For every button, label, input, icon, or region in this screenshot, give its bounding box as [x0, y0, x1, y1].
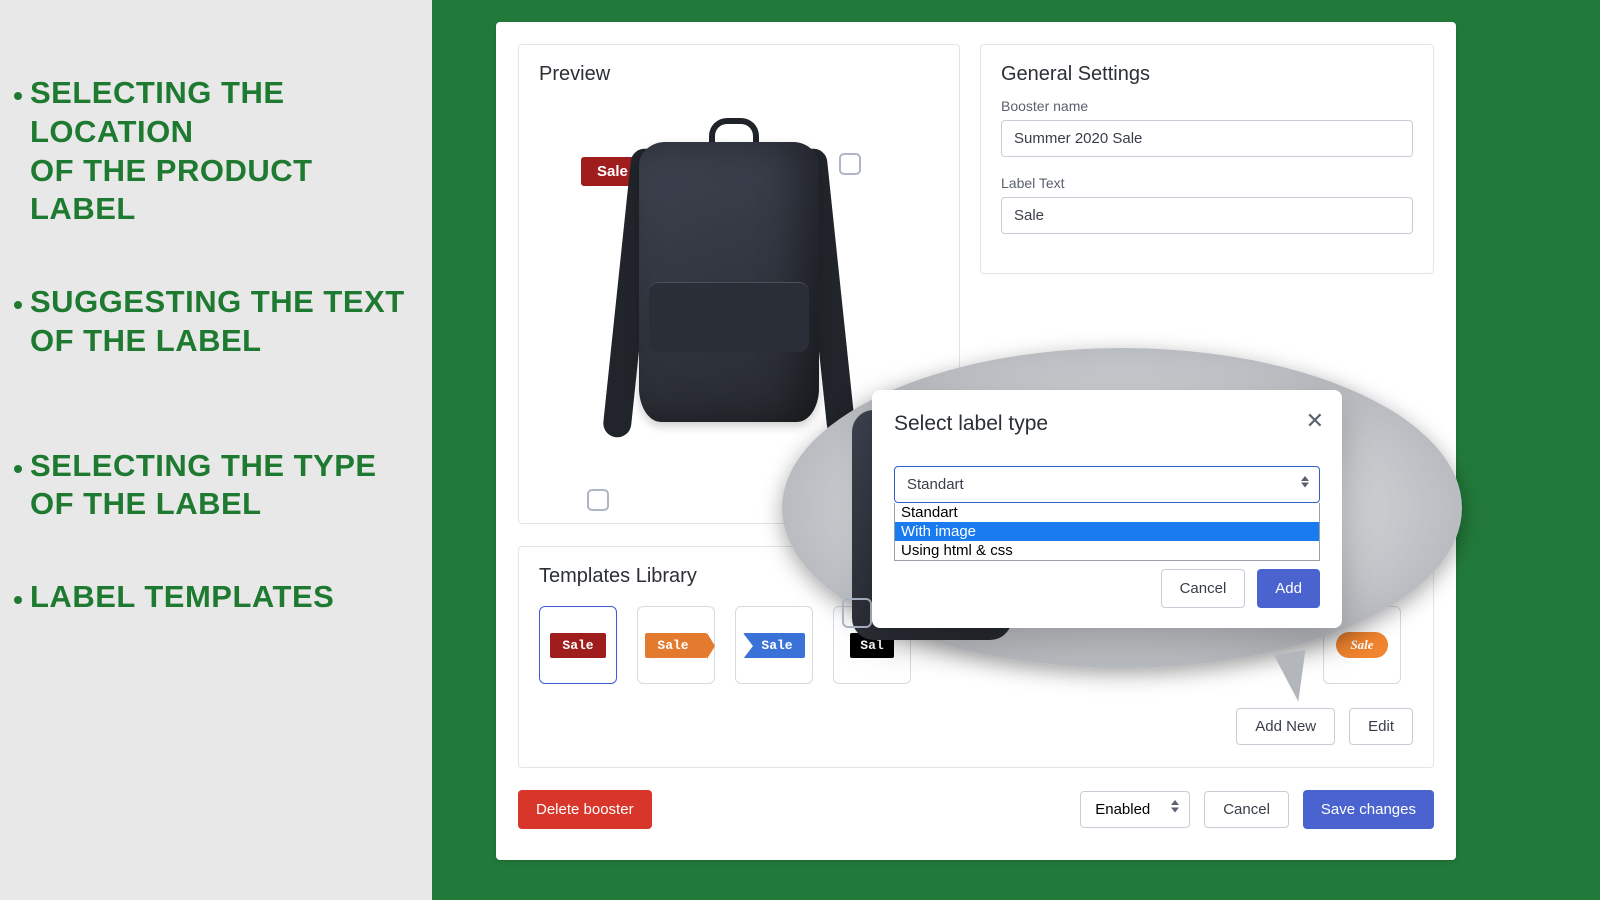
marketing-rail: SELECTING THE LOCATION OF THE PRODUCT LA…	[0, 0, 432, 900]
rail-line: LABEL TEMPLATES	[30, 578, 334, 617]
booster-name-label: Booster name	[1001, 98, 1413, 114]
general-settings-panel: General Settings Booster name Label Text	[980, 44, 1434, 274]
app-stage: Preview Sale General Settings Booster na…	[432, 0, 1600, 900]
bullet-icon	[14, 92, 22, 100]
modal-cancel-button[interactable]: Cancel	[1161, 569, 1246, 608]
add-new-button[interactable]: Add New	[1236, 708, 1335, 745]
product-image	[609, 112, 869, 442]
label-type-dropdown: Standart With image Using html & css	[894, 503, 1320, 561]
status-select-value: Enabled	[1095, 801, 1150, 818]
dropdown-option-html-css[interactable]: Using html & css	[895, 541, 1319, 560]
rail-line: SELECTING THE LOCATION	[30, 74, 418, 152]
edit-button[interactable]: Edit	[1349, 708, 1413, 745]
template-item[interactable]: Sale	[735, 606, 813, 684]
rail-line: OF THE LABEL	[30, 322, 405, 361]
rail-line: SUGGESTING THE TEXT	[30, 283, 405, 322]
label-text-input[interactable]	[1001, 197, 1413, 234]
delete-booster-button[interactable]: Delete booster	[518, 790, 652, 829]
cancel-button[interactable]: Cancel	[1204, 791, 1289, 828]
template-badge: Sale	[645, 633, 706, 658]
label-type-select-value: Standart	[907, 476, 964, 493]
zoom-position-slot[interactable]	[842, 598, 872, 628]
preview-title: Preview	[539, 63, 939, 86]
save-changes-button[interactable]: Save changes	[1303, 790, 1434, 829]
rail-line: OF THE LABEL	[30, 485, 377, 524]
editor-footer: Delete booster Enabled Cancel Save chang…	[496, 768, 1456, 851]
modal-add-button[interactable]: Add	[1257, 569, 1320, 608]
template-item[interactable]: Sale	[539, 606, 617, 684]
bullet-icon	[14, 465, 22, 473]
modal-title: Select label type	[894, 412, 1320, 436]
select-label-type-modal: Select label type ✕ Standart Standart Wi…	[872, 390, 1342, 628]
close-icon[interactable]: ✕	[1306, 408, 1324, 434]
template-badge: Sale	[1336, 632, 1387, 658]
dropdown-option-with-image[interactable]: With image	[895, 522, 1319, 541]
label-type-select[interactable]: Standart	[894, 466, 1320, 503]
template-badge: Sale	[743, 633, 804, 658]
settings-title: General Settings	[1001, 63, 1413, 86]
bullet-icon	[14, 301, 22, 309]
rail-line: SELECTING THE TYPE	[30, 447, 377, 486]
dropdown-option-standart[interactable]: Standart	[895, 503, 1319, 522]
bullet-icon	[14, 596, 22, 604]
booster-name-input[interactable]	[1001, 120, 1413, 157]
template-item[interactable]: Sale	[637, 606, 715, 684]
template-badge: Sale	[550, 633, 605, 658]
zoom-callout: Select label type ✕ Standart Standart Wi…	[782, 348, 1462, 668]
label-text-label: Label Text	[1001, 175, 1413, 191]
rail-line: OF THE PRODUCT LABEL	[30, 152, 418, 230]
position-slot-bottom-left[interactable]	[587, 489, 609, 511]
status-select[interactable]: Enabled	[1080, 791, 1190, 828]
